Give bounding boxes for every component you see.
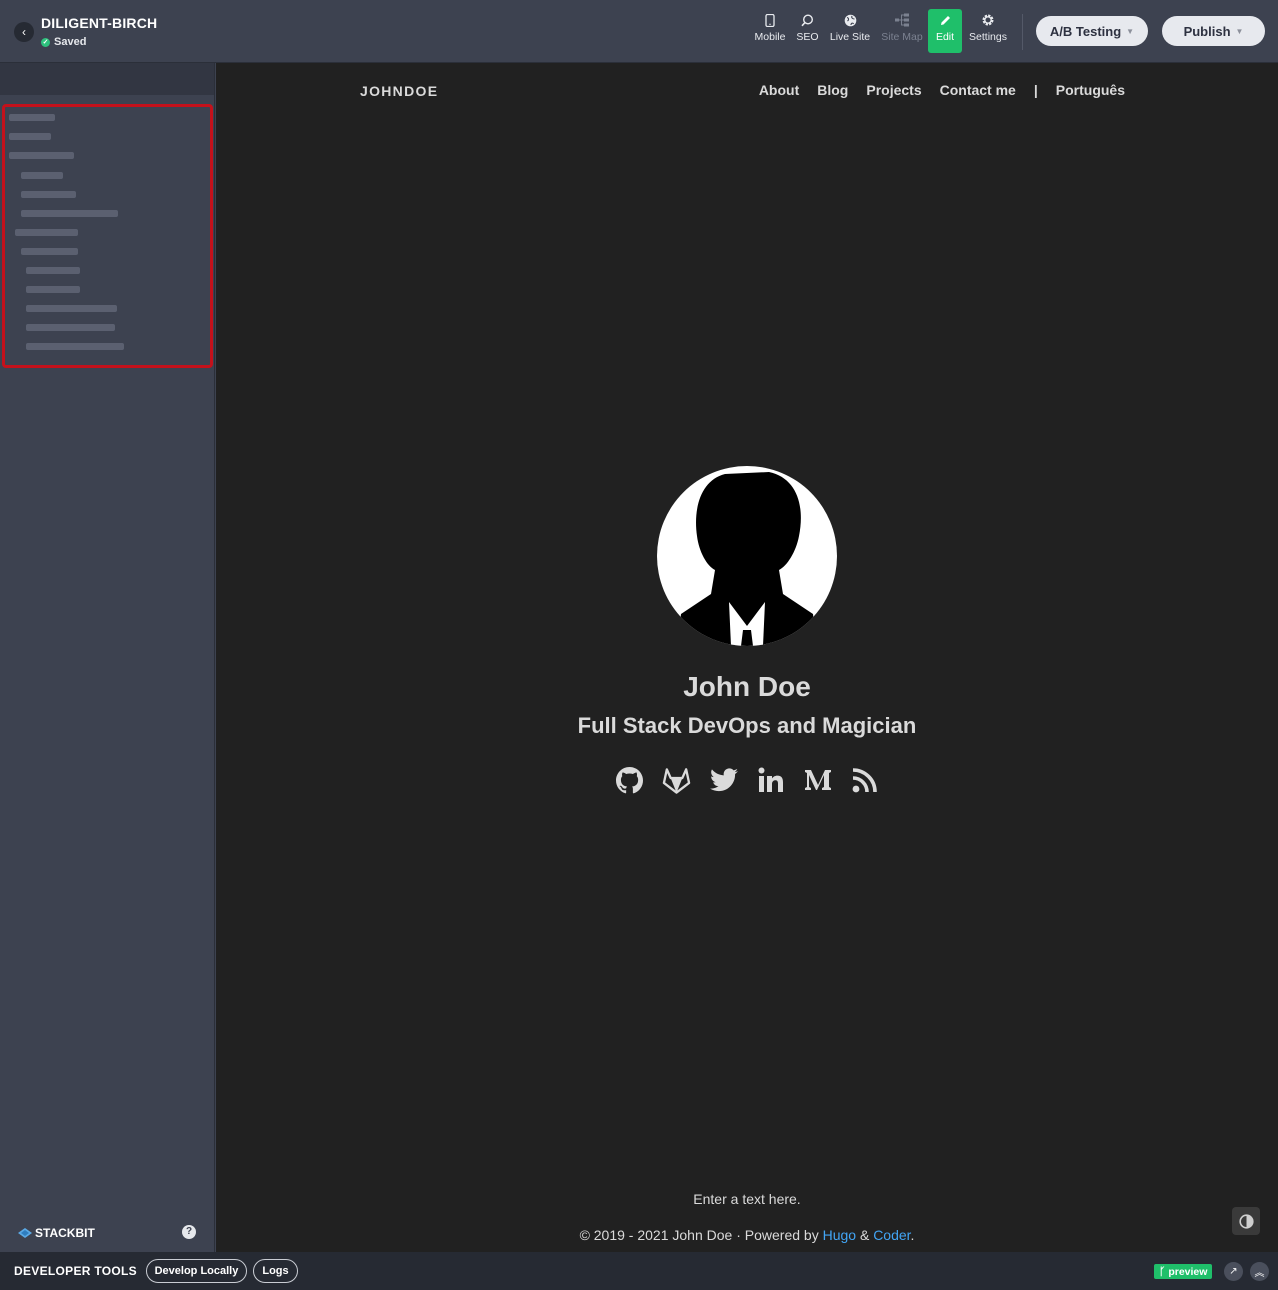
branch-badge[interactable]: ᚴ preview <box>1154 1264 1213 1279</box>
skeleton-line <box>9 114 55 121</box>
tool-mobile[interactable]: Mobile <box>752 9 788 53</box>
footer-text: Enter a text here. <box>693 1191 801 1207</box>
github-icon[interactable] <box>615 765 644 795</box>
nav-blog[interactable]: Blog <box>817 82 848 98</box>
publish-button[interactable]: Publish ▼ <box>1162 16 1265 46</box>
person-name: John Doe <box>683 671 811 702</box>
help-icon[interactable]: ? <box>182 1225 196 1239</box>
skeleton-line <box>26 267 80 274</box>
publish-label: Publish <box>1183 23 1231 39</box>
skeleton-line <box>21 191 76 198</box>
stackbit-logo[interactable]: STACKBIT <box>18 1226 95 1240</box>
project-name: DILIGENT-BIRCH <box>41 15 158 31</box>
develop-locally-button[interactable]: Develop Locally <box>146 1259 247 1283</box>
period-text: . <box>910 1227 915 1243</box>
tool-seo[interactable]: SEO <box>795 9 820 53</box>
stackbit-icon <box>18 1228 32 1238</box>
nav-about[interactable]: About <box>759 82 799 98</box>
stackbit-label: STACKBIT <box>35 1226 95 1240</box>
skeleton-line <box>26 286 80 293</box>
amp-text: & <box>856 1227 874 1243</box>
sidebar: STACKBIT ? <box>0 63 215 1252</box>
contrast-icon <box>1238 1213 1254 1229</box>
sitemap-icon <box>894 9 910 31</box>
arrow-up-right-icon: ↗ <box>1229 1266 1238 1277</box>
person-silhouette-icon <box>677 472 817 646</box>
page-outline-loading <box>2 104 213 368</box>
chevron-left-icon: ‹ <box>22 25 26 39</box>
skeleton-line <box>21 210 118 217</box>
globe-icon <box>844 9 857 31</box>
open-external-button[interactable]: ↗ <box>1224 1262 1243 1281</box>
nav-projects[interactable]: Projects <box>866 82 921 98</box>
git-branch-icon: ᚴ <box>1159 1265 1166 1278</box>
developer-tools-title: DEVELOPER TOOLS <box>14 1264 137 1278</box>
nav-language[interactable]: Português <box>1056 82 1125 98</box>
seo-search-icon <box>801 9 814 31</box>
mobile-icon <box>765 9 775 31</box>
tool-label: Edit <box>935 31 955 43</box>
sidebar-header <box>0 63 214 95</box>
tool-label: Mobile <box>754 31 786 43</box>
check-icon: ✓ <box>41 37 50 47</box>
theme-toggle-button[interactable] <box>1232 1207 1260 1235</box>
gear-icon <box>981 9 995 31</box>
site-nav: About Blog Projects Contact me | Portugu… <box>759 82 1125 98</box>
site-logo[interactable]: JOHNDOE <box>360 83 438 99</box>
tool-edit[interactable]: Edit <box>928 9 962 53</box>
skeleton-line <box>21 248 78 255</box>
toolbar-divider <box>1022 14 1023 50</box>
medium-icon[interactable] <box>803 765 832 795</box>
tool-label: Settings <box>969 31 1007 43</box>
skeleton-line <box>15 229 78 236</box>
tool-label: Live Site <box>829 31 871 43</box>
skeleton-line <box>9 133 51 140</box>
footer-copyright: © 2019 - 2021 John Doe · Powered by Hugo… <box>216 1227 1278 1243</box>
save-status: ✓ Saved <box>41 36 86 48</box>
gitlab-icon[interactable] <box>662 765 691 795</box>
person-tagline: Full Stack DevOps and Magician <box>577 713 917 738</box>
logs-button[interactable]: Logs <box>253 1259 298 1283</box>
skeleton-line <box>21 172 63 179</box>
top-bar: ‹ DILIGENT-BIRCH ✓ Saved Mobile SEO Live… <box>0 0 1278 63</box>
nav-separator: | <box>1033 82 1038 98</box>
social-links <box>615 765 879 795</box>
skeleton-line <box>9 152 74 159</box>
caret-down-icon: ▼ <box>1126 26 1135 36</box>
hugo-link[interactable]: Hugo <box>823 1227 856 1243</box>
ab-testing-button[interactable]: A/B Testing ▼ <box>1036 16 1148 46</box>
twitter-icon[interactable] <box>709 765 738 795</box>
developer-tools-bar: DEVELOPER TOOLS Develop Locally Logs ᚴ p… <box>0 1252 1278 1290</box>
tool-settings[interactable]: Settings <box>966 9 1010 53</box>
back-button[interactable]: ‹ <box>14 22 34 42</box>
expand-panel-button[interactable]: ︽ <box>1250 1262 1269 1281</box>
skeleton-line <box>26 324 115 331</box>
site-preview: JOHNDOE About Blog Projects Contact me |… <box>216 63 1278 1252</box>
rss-icon[interactable] <box>850 765 879 795</box>
tool-label: Site Map <box>881 31 923 43</box>
pencil-icon <box>939 9 952 31</box>
branch-name: preview <box>1168 1265 1208 1278</box>
tool-live-site[interactable]: Live Site <box>827 9 873 53</box>
avatar <box>657 466 837 646</box>
caret-down-icon: ▼ <box>1235 26 1244 36</box>
copyright-text: © 2019 - 2021 John Doe · Powered by <box>579 1227 823 1243</box>
tool-site-map[interactable]: Site Map <box>879 9 925 53</box>
skeleton-line <box>26 343 124 350</box>
linkedin-icon[interactable] <box>756 765 785 795</box>
skeleton-line <box>26 305 117 312</box>
nav-contact[interactable]: Contact me <box>940 82 1016 98</box>
double-chevron-up-icon: ︽ <box>1254 1268 1265 1279</box>
coder-link[interactable]: Coder <box>873 1227 910 1243</box>
save-status-label: Saved <box>54 36 87 48</box>
tool-label: SEO <box>796 31 819 43</box>
ab-testing-label: A/B Testing <box>1049 23 1122 39</box>
